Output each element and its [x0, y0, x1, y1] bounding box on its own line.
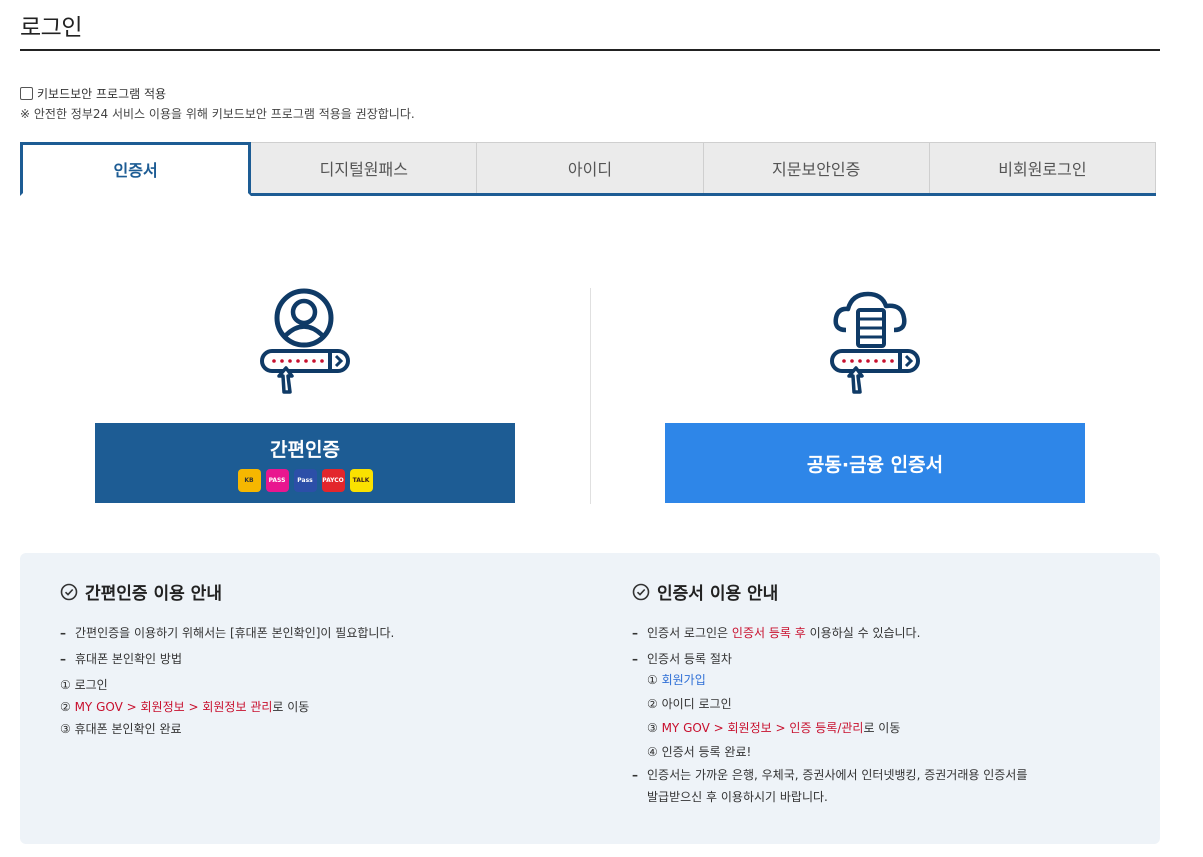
list-item: – 간편인증을 이용하기 위해서는 [휴대폰 본인확인]이 필요합니다.: [60, 626, 395, 640]
step-item: ④ 인증서 등록 완료!: [647, 745, 752, 759]
cert-info-title: 인증서 이용 안내: [657, 584, 779, 604]
method-divider: [590, 288, 591, 504]
easy-auth-info-title: 간편인증 이용 안내: [85, 584, 222, 604]
provider-badges: KB PASS Pass PAYCO TALK: [237, 468, 373, 492]
cert-info-heading: 인증서 이용 안내: [632, 579, 1132, 604]
check-circle-icon: [60, 583, 78, 600]
easy-auth-label: 간편인증: [270, 438, 340, 461]
signup-link[interactable]: 회원가입: [662, 673, 706, 687]
check-circle-icon: [632, 583, 650, 600]
step-item: ① 로그인: [60, 678, 108, 692]
step-item: ② 아이디 로그인: [647, 697, 732, 711]
step-item: ③ MY GOV > 회원정보 > 인증 등록/관리로 이동: [647, 721, 901, 735]
login-method-tabs: 인증서 디지털원패스 아이디 지문보안인증 비회원로그인: [20, 142, 1157, 196]
list-item: – 인증서는 가까운 은행, 우체국, 증권사에서 인터넷뱅킹, 증권거래용 인증…: [632, 768, 1028, 782]
easy-auth-info: 간편인증 이용 안내 – 간편인증을 이용하기 위해서는 [휴대폰 본인확인]이 …: [60, 579, 580, 740]
login-area: 간편인증 KB PASS Pass PAYCO TALK 공동·금융 인증서: [20, 288, 1160, 504]
step-item: ③ 휴대폰 본인확인 완료: [60, 722, 182, 736]
list-item: – 인증서 등록 절차: [632, 652, 732, 666]
samsung-pass-badge: Pass: [293, 468, 317, 492]
keyboard-security-option[interactable]: 키보드보안 프로그램 적용: [20, 85, 166, 102]
step-item: ② MY GOV > 회원정보 > 회원정보 관리로 이동: [60, 700, 310, 714]
tab-fingerprint[interactable]: 지문보안인증: [703, 142, 930, 193]
list-item: – 휴대폰 본인확인 방법: [60, 652, 182, 666]
pass-badge: PASS: [265, 468, 289, 492]
keyboard-security-label: 키보드보안 프로그램 적용: [37, 87, 167, 101]
cloud-server-password-icon: [816, 288, 936, 398]
joint-financial-cert-button[interactable]: 공동·금융 인증서: [665, 423, 1085, 503]
step-item: ① 회원가입: [647, 673, 706, 687]
tab-digital-onepass[interactable]: 디지털원패스: [251, 142, 478, 193]
kakao-talk-badge: TALK: [349, 468, 373, 492]
payco-badge: PAYCO: [321, 468, 345, 492]
tab-id[interactable]: 아이디: [477, 142, 704, 193]
keyboard-security-checkbox[interactable]: [20, 87, 33, 100]
person-password-icon: [246, 288, 366, 398]
page-title: 로그인: [20, 15, 82, 41]
list-item-continued: 발급받으신 후 이용하시기 바랍니다.: [647, 790, 828, 804]
tab-non-member[interactable]: 비회원로그인: [929, 142, 1157, 193]
tab-certificate[interactable]: 인증서: [20, 142, 252, 196]
cert-info: 인증서 이용 안내 – 인증서 로그인은 인증서 등록 후 이용하실 수 있습니다…: [632, 579, 1132, 808]
keyboard-security-notice: ※ 안전한 정부24 서비스 이용을 위해 키보드보안 프로그램 적용을 권장합…: [20, 107, 415, 121]
list-item: – 인증서 로그인은 인증서 등록 후 이용하실 수 있습니다.: [632, 626, 921, 640]
easy-auth-button[interactable]: 간편인증 KB PASS Pass PAYCO TALK: [95, 423, 515, 503]
usage-info-box: 간편인증 이용 안내 – 간편인증을 이용하기 위해서는 [휴대폰 본인확인]이 …: [20, 553, 1160, 844]
kb-badge: KB: [237, 468, 261, 492]
title-divider: [20, 49, 1160, 51]
easy-auth-info-heading: 간편인증 이용 안내: [60, 579, 580, 604]
